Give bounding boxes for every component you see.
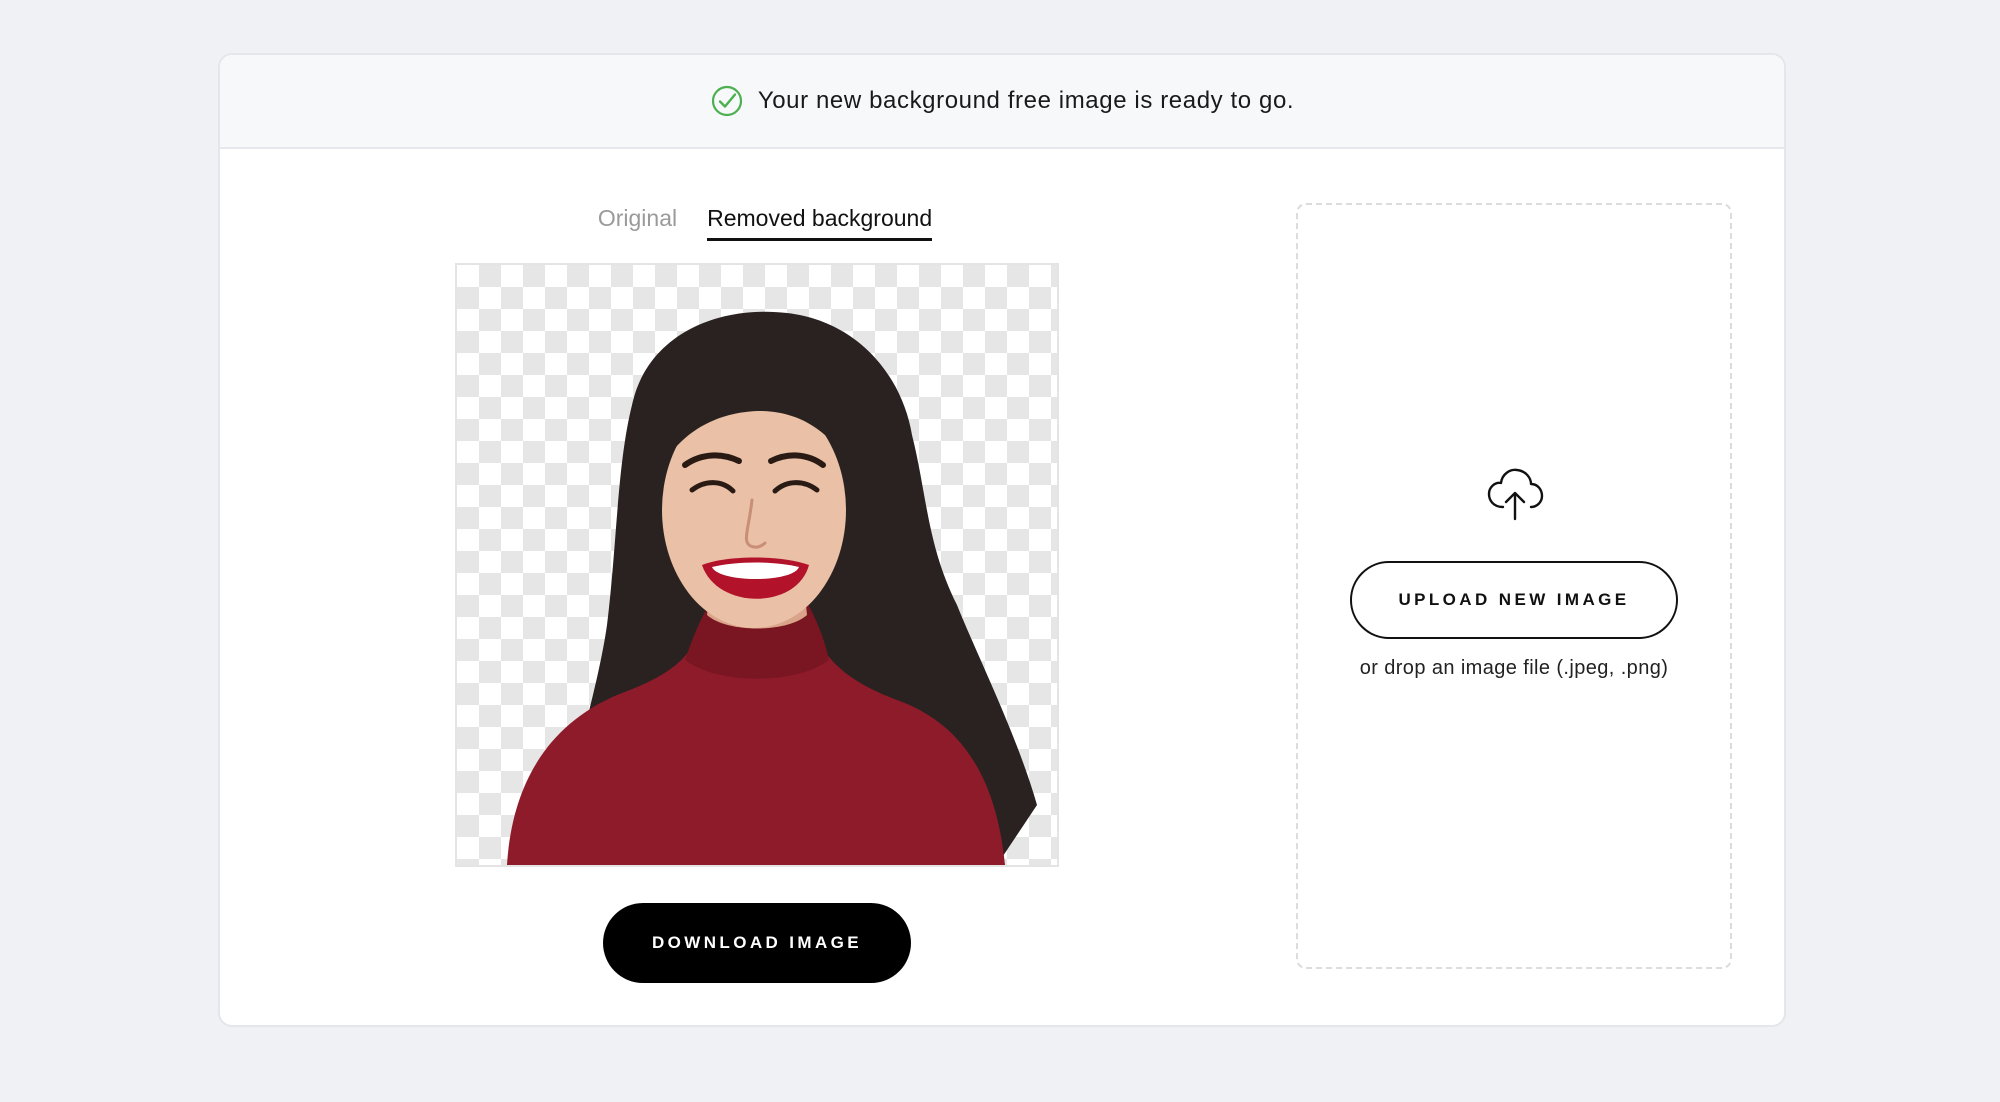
upload-dropzone[interactable]: UPLOAD NEW IMAGE or drop an image file (…	[1296, 203, 1732, 969]
download-image-button[interactable]: DOWNLOAD IMAGE	[603, 903, 911, 983]
check-circle-icon	[711, 85, 742, 117]
preview-tabs: Original Removed background	[220, 205, 1310, 241]
image-preview	[455, 263, 1059, 867]
drop-hint: or drop an image file (.jpeg, .png)	[1359, 657, 1669, 679]
success-message: Your new background free image is ready …	[757, 87, 1295, 114]
result-card: Your new background free image is ready …	[218, 53, 1786, 1027]
subject-illustration	[507, 311, 1037, 865]
tab-removed-background[interactable]: Removed background	[707, 205, 933, 241]
success-banner: Your new background free image is ready …	[220, 55, 1784, 149]
upload-new-image-button[interactable]: UPLOAD NEW IMAGE	[1350, 561, 1678, 639]
tab-original[interactable]: Original	[598, 205, 677, 241]
cloud-upload-icon	[1487, 468, 1544, 521]
